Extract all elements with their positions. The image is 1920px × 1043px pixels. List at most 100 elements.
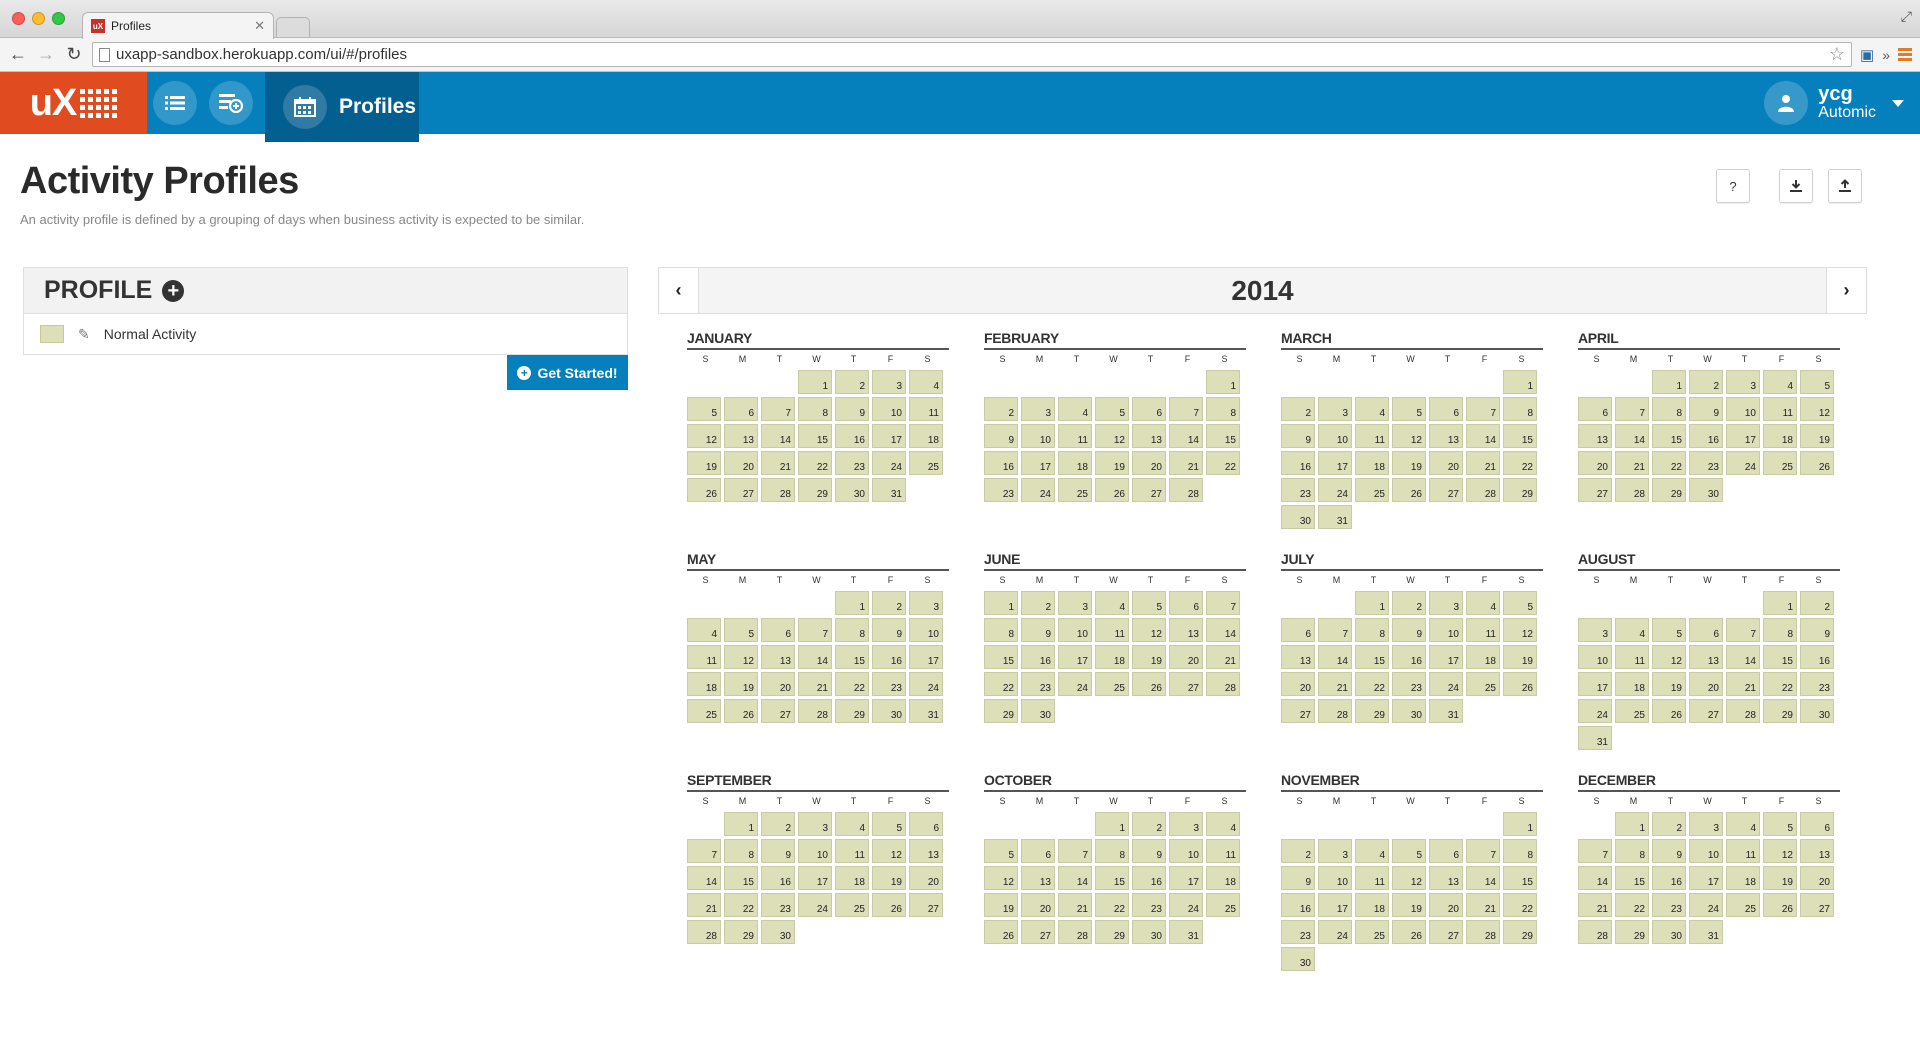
previous-year-button[interactable]: ‹ bbox=[659, 268, 699, 313]
day-cell[interactable]: 17 bbox=[1318, 451, 1352, 475]
day-cell[interactable]: 15 bbox=[1652, 424, 1686, 448]
day-cell[interactable]: 10 bbox=[798, 839, 832, 863]
day-cell[interactable]: 11 bbox=[1095, 618, 1129, 642]
day-cell[interactable]: 25 bbox=[909, 451, 943, 475]
day-cell[interactable]: 14 bbox=[687, 866, 721, 890]
day-cell[interactable]: 30 bbox=[1652, 920, 1686, 944]
day-cell[interactable]: 3 bbox=[1429, 591, 1463, 615]
day-cell[interactable]: 13 bbox=[1689, 645, 1723, 669]
day-cell[interactable]: 13 bbox=[1800, 839, 1834, 863]
day-cell[interactable]: 9 bbox=[761, 839, 795, 863]
day-cell[interactable]: 10 bbox=[1318, 866, 1352, 890]
day-cell[interactable]: 28 bbox=[798, 699, 832, 723]
day-cell[interactable]: 18 bbox=[1355, 893, 1389, 917]
day-cell[interactable]: 30 bbox=[1021, 699, 1055, 723]
back-icon[interactable]: ← bbox=[8, 44, 28, 65]
app-logo[interactable]: uX bbox=[0, 72, 147, 134]
day-cell[interactable]: 21 bbox=[1206, 645, 1240, 669]
day-cell[interactable]: 26 bbox=[687, 478, 721, 502]
day-cell[interactable]: 4 bbox=[835, 812, 869, 836]
day-cell[interactable]: 16 bbox=[835, 424, 869, 448]
day-cell[interactable]: 14 bbox=[1578, 866, 1612, 890]
extension-icon[interactable]: ▣ bbox=[1860, 46, 1874, 64]
day-cell[interactable]: 10 bbox=[909, 618, 943, 642]
day-cell[interactable]: 19 bbox=[1503, 645, 1537, 669]
day-cell[interactable]: 26 bbox=[1652, 699, 1686, 723]
day-cell[interactable]: 8 bbox=[1095, 839, 1129, 863]
day-cell[interactable]: 26 bbox=[1763, 893, 1797, 917]
day-cell[interactable]: 23 bbox=[1132, 893, 1166, 917]
day-cell[interactable]: 18 bbox=[1763, 424, 1797, 448]
day-cell[interactable]: 30 bbox=[872, 699, 906, 723]
day-cell[interactable]: 12 bbox=[687, 424, 721, 448]
day-cell[interactable]: 7 bbox=[1615, 397, 1649, 421]
day-cell[interactable]: 29 bbox=[1095, 920, 1129, 944]
profile-item[interactable]: ✎ Normal Activity bbox=[24, 314, 627, 354]
import-button[interactable] bbox=[1779, 169, 1813, 203]
day-cell[interactable]: 16 bbox=[872, 645, 906, 669]
day-cell[interactable]: 29 bbox=[835, 699, 869, 723]
day-cell[interactable]: 24 bbox=[798, 893, 832, 917]
day-cell[interactable]: 17 bbox=[1021, 451, 1055, 475]
day-cell[interactable]: 22 bbox=[1095, 893, 1129, 917]
day-cell[interactable]: 13 bbox=[1429, 866, 1463, 890]
day-cell[interactable]: 4 bbox=[1058, 397, 1092, 421]
day-cell[interactable]: 15 bbox=[724, 866, 758, 890]
day-cell[interactable]: 7 bbox=[1466, 839, 1500, 863]
day-cell[interactable]: 1 bbox=[1095, 812, 1129, 836]
day-cell[interactable]: 11 bbox=[909, 397, 943, 421]
day-cell[interactable]: 17 bbox=[1429, 645, 1463, 669]
day-cell[interactable]: 25 bbox=[1095, 672, 1129, 696]
day-cell[interactable]: 21 bbox=[687, 893, 721, 917]
day-cell[interactable]: 21 bbox=[1058, 893, 1092, 917]
day-cell[interactable]: 12 bbox=[1652, 645, 1686, 669]
day-cell[interactable]: 1 bbox=[1206, 370, 1240, 394]
day-cell[interactable]: 5 bbox=[687, 397, 721, 421]
day-cell[interactable]: 8 bbox=[1615, 839, 1649, 863]
day-cell[interactable]: 3 bbox=[1689, 812, 1723, 836]
day-cell[interactable]: 23 bbox=[1652, 893, 1686, 917]
day-cell[interactable]: 7 bbox=[798, 618, 832, 642]
browser-menu-icon[interactable] bbox=[1898, 48, 1912, 61]
day-cell[interactable]: 20 bbox=[1169, 645, 1203, 669]
day-cell[interactable]: 11 bbox=[835, 839, 869, 863]
day-cell[interactable]: 8 bbox=[835, 618, 869, 642]
day-cell[interactable]: 15 bbox=[1503, 866, 1537, 890]
day-cell[interactable]: 7 bbox=[1578, 839, 1612, 863]
day-cell[interactable]: 30 bbox=[761, 920, 795, 944]
day-cell[interactable]: 22 bbox=[724, 893, 758, 917]
day-cell[interactable]: 26 bbox=[1800, 451, 1834, 475]
day-cell[interactable]: 2 bbox=[1021, 591, 1055, 615]
day-cell[interactable]: 18 bbox=[1058, 451, 1092, 475]
day-cell[interactable]: 18 bbox=[1206, 866, 1240, 890]
day-cell[interactable]: 2 bbox=[1392, 591, 1426, 615]
day-cell[interactable]: 23 bbox=[761, 893, 795, 917]
day-cell[interactable]: 25 bbox=[1058, 478, 1092, 502]
day-cell[interactable]: 4 bbox=[1206, 812, 1240, 836]
day-cell[interactable]: 29 bbox=[1355, 699, 1389, 723]
day-cell[interactable]: 4 bbox=[1615, 618, 1649, 642]
day-cell[interactable]: 12 bbox=[1095, 424, 1129, 448]
day-cell[interactable]: 13 bbox=[1281, 645, 1315, 669]
day-cell[interactable]: 9 bbox=[1652, 839, 1686, 863]
day-cell[interactable]: 8 bbox=[1355, 618, 1389, 642]
day-cell[interactable]: 30 bbox=[1800, 699, 1834, 723]
day-cell[interactable]: 31 bbox=[909, 699, 943, 723]
day-cell[interactable]: 16 bbox=[1132, 866, 1166, 890]
reload-icon[interactable]: ↻ bbox=[64, 44, 84, 65]
day-cell[interactable]: 6 bbox=[1689, 618, 1723, 642]
day-cell[interactable]: 5 bbox=[724, 618, 758, 642]
day-cell[interactable]: 2 bbox=[1281, 839, 1315, 863]
day-cell[interactable]: 16 bbox=[761, 866, 795, 890]
day-cell[interactable]: 2 bbox=[835, 370, 869, 394]
day-cell[interactable]: 10 bbox=[1726, 397, 1760, 421]
day-cell[interactable]: 22 bbox=[1615, 893, 1649, 917]
day-cell[interactable]: 28 bbox=[1206, 672, 1240, 696]
day-cell[interactable]: 6 bbox=[1021, 839, 1055, 863]
day-cell[interactable]: 17 bbox=[1058, 645, 1092, 669]
day-cell[interactable]: 1 bbox=[1615, 812, 1649, 836]
add-profile-icon[interactable]: + bbox=[162, 279, 185, 302]
day-cell[interactable]: 15 bbox=[798, 424, 832, 448]
day-cell[interactable]: 30 bbox=[1281, 505, 1315, 529]
day-cell[interactable]: 14 bbox=[1206, 618, 1240, 642]
